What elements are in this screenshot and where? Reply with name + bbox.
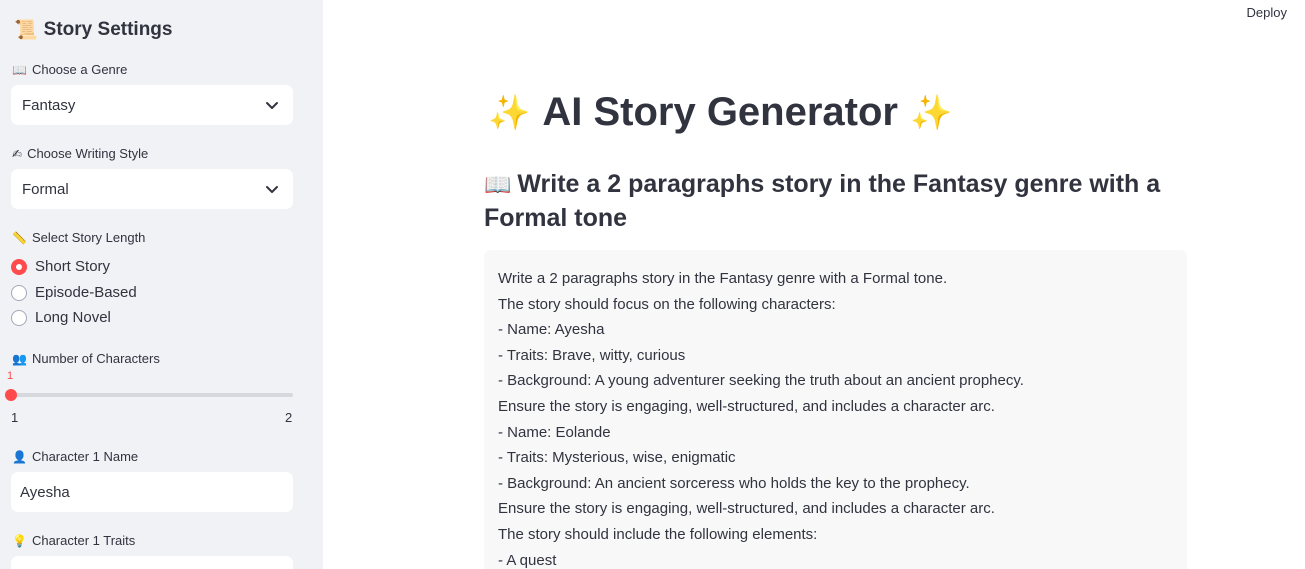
characters-label: 👥 Number of Characters [12, 351, 160, 366]
char1-name-input[interactable]: Ayesha [11, 472, 293, 512]
radio-long-novel[interactable]: Long Novel [11, 309, 111, 326]
char1-name-label: 👤 Character 1 Name [12, 449, 138, 464]
app-window: 📜 Story Settings 📖 Choose a Genre Fantas… [0, 0, 1305, 569]
prompt-line: Ensure the story is engaging, well-struc… [498, 500, 995, 518]
person-icon: 👤 [12, 449, 27, 464]
page-title: ✨ AI Story Generator ✨ [488, 90, 952, 135]
ruler-icon: 📏 [12, 230, 27, 245]
radio-episode-based[interactable]: Episode-Based [11, 284, 137, 301]
radio-unselected-icon[interactable] [11, 309, 27, 326]
style-select[interactable]: Formal [11, 169, 293, 209]
prompt-subheading: 📖 Write a 2 paragraphs story in the Fanta… [484, 168, 1184, 234]
prompt-code-block: Write a 2 paragraphs story in the Fantas… [484, 250, 1187, 569]
radio-selected-icon[interactable] [11, 258, 27, 275]
prompt-line: The story should focus on the following … [498, 295, 836, 313]
genre-label: 📖 Choose a Genre [12, 62, 127, 77]
prompt-line: - Traits: Brave, witty, curious [498, 346, 686, 364]
char1-name-value: Ayesha [20, 483, 70, 501]
slider-max: 2 [285, 410, 293, 425]
slider-track[interactable] [11, 393, 293, 397]
char1-name-label-text: Character 1 Name [31, 449, 139, 464]
char1-traits-label-text: Character 1 Traits [31, 533, 136, 548]
char1-traits-input[interactable] [11, 556, 293, 569]
chevron-down-icon [266, 186, 278, 193]
prompt-line: - A quest [498, 551, 557, 569]
prompt-line: - Name: Ayesha [498, 321, 605, 339]
char1-traits-label: 💡 Character 1 Traits [12, 533, 135, 548]
slider-value: 1 [7, 370, 14, 382]
sidebar-title: 📜 Story Settings [14, 18, 173, 42]
chevron-down-icon [266, 102, 278, 109]
prompt-subheading-text: Write a 2 paragraphs story in the Fantas… [484, 170, 1161, 232]
prompt-line: Write a 2 paragraphs story in the Fantas… [498, 270, 948, 287]
open-book-icon: 📖 [12, 62, 27, 77]
deploy-button[interactable]: Deploy [1247, 5, 1287, 20]
radio-unselected-icon[interactable] [11, 284, 27, 301]
sparkles-icon: ✨ [488, 92, 531, 133]
style-label: ✍ Choose Writing Style [12, 146, 148, 161]
writing-hand-icon: ✍ [12, 146, 23, 161]
sparkles-icon: ✨ [910, 92, 953, 133]
open-book-icon: 📖 [484, 173, 512, 198]
page-title-text: AI Story Generator [542, 90, 898, 134]
radio-label: Short Story [35, 258, 111, 275]
sidebar: 📜 Story Settings 📖 Choose a Genre Fantas… [0, 0, 323, 569]
genre-select-value: Fantasy [22, 96, 76, 114]
slider-min: 1 [11, 410, 19, 425]
slider-handle[interactable] [5, 389, 17, 401]
radio-short-story[interactable]: Short Story [11, 258, 110, 275]
prompt-line: - Background: A young adventurer seeking… [498, 372, 1024, 390]
genre-select[interactable]: Fantasy [11, 85, 293, 125]
prompt-line: - Background: An ancient sorceress who h… [498, 474, 970, 492]
prompt-line: - Traits: Mysterious, wise, enigmatic [498, 449, 736, 467]
scroll-icon: 📜 [14, 19, 38, 41]
prompt-line: Ensure the story is engaging, well-struc… [498, 397, 995, 415]
length-label-text: Select Story Length [31, 230, 146, 245]
prompt-line: The story should include the following e… [498, 525, 818, 543]
lightbulb-icon: 💡 [12, 533, 27, 548]
radio-label: Long Novel [35, 309, 111, 326]
radio-label: Episode-Based [35, 284, 137, 301]
genre-label-text: Choose a Genre [31, 62, 128, 77]
characters-label-text: Number of Characters [31, 351, 160, 366]
people-icon: 👥 [12, 351, 27, 366]
sidebar-title-text: Story Settings [43, 18, 173, 40]
length-label: 📏 Select Story Length [12, 230, 145, 245]
prompt-line: - Name: Eolande [498, 423, 611, 441]
style-label-text: Choose Writing Style [27, 146, 149, 161]
style-select-value: Formal [22, 180, 69, 198]
